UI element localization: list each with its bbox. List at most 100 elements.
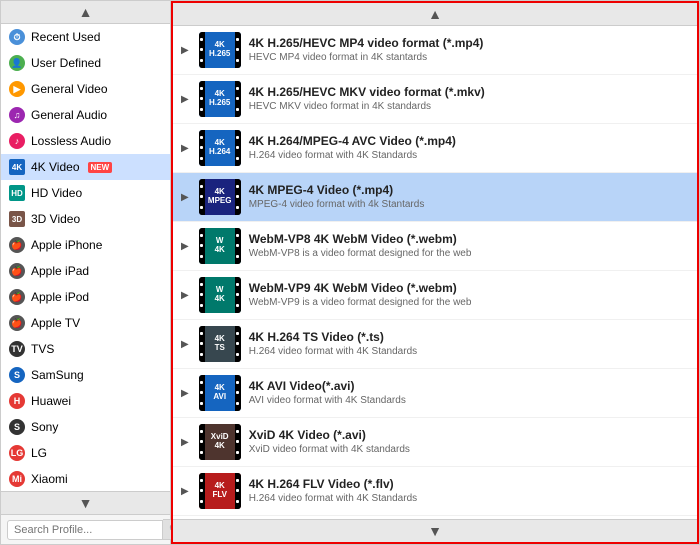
format-title-webm-vp8: WebM-VP8 4K WebM Video (*.webm) bbox=[249, 232, 472, 248]
format-item-4k-flv[interactable]: ▶4KFLV4K H.264 FLV Video (*.flv)H.264 vi… bbox=[173, 467, 697, 516]
format-title-4k-mpeg4: 4K MPEG-4 Video (*.mp4) bbox=[249, 183, 425, 199]
format-badge-4k-h265-mkv: 4KH.265 bbox=[199, 81, 241, 117]
format-title-4k-ts: 4K H.264 TS Video (*.ts) bbox=[249, 330, 417, 346]
sidebar-item-label-lg: LG bbox=[31, 446, 47, 460]
format-badge-webm-vp9: W4K bbox=[199, 277, 241, 313]
sidebar-item-label-4k-video: 4K Video bbox=[31, 160, 80, 174]
sidebar-item-general-audio[interactable]: ♫General Audio bbox=[1, 102, 170, 128]
format-title-4k-h265-mkv: 4K H.265/HEVC MKV video format (*.mkv) bbox=[249, 85, 485, 101]
right-scroll-down-button[interactable]: ▼ bbox=[428, 523, 442, 539]
sidebar-item-samsung[interactable]: SSamSung bbox=[1, 362, 170, 388]
sidebar-item-label-user-defined: User Defined bbox=[31, 56, 101, 70]
new-badge: NEW bbox=[88, 162, 113, 173]
sidebar-item-lg[interactable]: LGLG bbox=[1, 440, 170, 466]
sidebar-item-label-recent-used: Recent Used bbox=[31, 30, 100, 44]
sidebar-item-label-3d-video: 3D Video bbox=[31, 212, 80, 226]
format-badge-4k-h264-mp4: 4KH.264 bbox=[199, 130, 241, 166]
format-badge-4k-mpeg4: 4KMPEG bbox=[199, 179, 241, 215]
tvs-icon: TV bbox=[9, 341, 25, 357]
format-info-4k-ts: 4K H.264 TS Video (*.ts)H.264 video form… bbox=[249, 326, 417, 362]
format-info-4k-flv: 4K H.264 FLV Video (*.flv)H.264 video fo… bbox=[249, 473, 417, 509]
format-desc-4k-ts: H.264 video format with 4K Standards bbox=[249, 345, 417, 358]
format-desc-4k-h265-mkv: HEVC MKV video format in 4K standards bbox=[249, 100, 485, 113]
apple-ipod-icon: 🍎 bbox=[9, 289, 25, 305]
left-scroll-top[interactable]: ▲ bbox=[1, 1, 170, 24]
item-arrow-4k-ts: ▶ bbox=[181, 326, 189, 362]
sidebar-item-apple-tv[interactable]: 🍎Apple TV bbox=[1, 310, 170, 336]
item-arrow-xvid-4k: ▶ bbox=[181, 424, 189, 460]
sidebar-item-label-hd-video: HD Video bbox=[31, 186, 82, 200]
item-arrow-4k-mpeg4: ▶ bbox=[181, 179, 189, 215]
format-item-4k-h264-mp4[interactable]: ▶4KH.2644K H.264/MPEG-4 AVC Video (*.mp4… bbox=[173, 124, 697, 173]
sidebar-item-label-apple-ipod: Apple iPod bbox=[31, 290, 89, 304]
sidebar-item-lossless-audio[interactable]: ♪ Lossless Audio bbox=[1, 128, 170, 154]
4k-video-icon: 4K bbox=[9, 159, 25, 175]
format-desc-webm-vp9: WebM-VP9 is a video format designed for … bbox=[249, 296, 472, 309]
format-desc-4k-mpeg4: MPEG-4 video format with 4k Stantards bbox=[249, 198, 425, 211]
format-desc-4k-h264-mp4: H.264 video format with 4K Standards bbox=[249, 149, 456, 162]
lossless-audio-icon: ♪ bbox=[9, 133, 25, 149]
format-badge-webm-vp8: W4K bbox=[199, 228, 241, 264]
right-scroll-top[interactable]: ▲ bbox=[173, 3, 697, 26]
format-desc-xvid-4k: XviD video format with 4K standards bbox=[249, 443, 410, 456]
format-item-4k-mpeg4[interactable]: ▶ 4KMPEG 4K MPEG-4 Video (*.mp4)MPEG-4 vid… bbox=[173, 173, 697, 222]
format-item-webm-vp8[interactable]: ▶ W4K WebM-VP8 4K WebM Video (*.webm)WebM-… bbox=[173, 222, 697, 271]
sony-icon: S bbox=[9, 419, 25, 435]
left-items-list: ⏱ Recent Used 👤User Defined▶General Video♫… bbox=[1, 24, 170, 491]
right-items-list: ▶ 4KH.265 4K H.265/HEVC MP4 video format (… bbox=[173, 26, 697, 519]
sidebar-item-label-huawei: Huawei bbox=[31, 394, 71, 408]
format-badge-xvid-4k: XviD4K bbox=[199, 424, 241, 460]
format-info-4k-h264-mp4: 4K H.264/MPEG-4 AVC Video (*.mp4)H.264 v… bbox=[249, 130, 456, 166]
format-info-4k-avi: 4K AVI Video(*.avi)AVI video format with… bbox=[249, 375, 406, 411]
format-item-xvid-4k[interactable]: ▶XviD4KXviD 4K Video (*.avi)XviD video f… bbox=[173, 418, 697, 467]
search-input[interactable] bbox=[7, 520, 163, 540]
format-title-4k-h265-mp4: 4K H.265/HEVC MP4 video format (*.mp4) bbox=[249, 36, 484, 52]
main-container: ▲ ⏱ Recent Used 👤User Defined▶General Vide… bbox=[0, 0, 700, 545]
right-scroll-up-button[interactable]: ▲ bbox=[428, 6, 442, 22]
format-info-xvid-4k: XviD 4K Video (*.avi)XviD video format w… bbox=[249, 424, 410, 460]
item-arrow-webm-vp9: ▶ bbox=[181, 277, 189, 313]
sidebar-item-apple-ipod[interactable]: 🍎 Apple iPod bbox=[1, 284, 170, 310]
format-item-webm-vp9[interactable]: ▶W4KWebM-VP9 4K WebM Video (*.webm)WebM-… bbox=[173, 271, 697, 320]
general-video-icon: ▶ bbox=[9, 81, 25, 97]
sidebar-item-label-apple-tv: Apple TV bbox=[31, 316, 80, 330]
sidebar-item-apple-ipad[interactable]: 🍎Apple iPad bbox=[1, 258, 170, 284]
left-scroll-bottom[interactable]: ▼ bbox=[1, 491, 170, 514]
left-scroll-up-button[interactable]: ▲ bbox=[79, 4, 93, 20]
sidebar-item-4k-video[interactable]: 4K 4K Video NEW bbox=[1, 154, 170, 180]
sidebar-item-sony[interactable]: S Sony bbox=[1, 414, 170, 440]
sidebar-item-hd-video[interactable]: HD HD Video bbox=[1, 180, 170, 206]
format-desc-webm-vp8: WebM-VP8 is a video format designed for … bbox=[249, 247, 472, 260]
sidebar-item-label-lossless-audio: Lossless Audio bbox=[31, 134, 111, 148]
sidebar-item-general-video[interactable]: ▶General Video bbox=[1, 76, 170, 102]
format-item-4k-avi[interactable]: ▶4KAVI4K AVI Video(*.avi)AVI video forma… bbox=[173, 369, 697, 418]
sidebar-item-recent-used[interactable]: ⏱ Recent Used bbox=[1, 24, 170, 50]
sidebar-item-label-sony: Sony bbox=[31, 420, 58, 434]
item-arrow-4k-avi: ▶ bbox=[181, 375, 189, 411]
format-item-4k-h265-mkv[interactable]: ▶4KH.2654K H.265/HEVC MKV video format (… bbox=[173, 75, 697, 124]
format-info-4k-h265-mkv: 4K H.265/HEVC MKV video format (*.mkv)HE… bbox=[249, 81, 485, 117]
format-item-4k-h265-mp4[interactable]: ▶4KH.2654K H.265/HEVC MP4 video format (… bbox=[173, 26, 697, 75]
sidebar-item-huawei[interactable]: HHuawei bbox=[1, 388, 170, 414]
sidebar-item-label-samsung: SamSung bbox=[31, 368, 84, 382]
sidebar-item-label-apple-ipad: Apple iPad bbox=[31, 264, 89, 278]
sidebar-item-label-apple-iphone: Apple iPhone bbox=[31, 238, 102, 252]
sidebar-item-tvs[interactable]: TVTVS bbox=[1, 336, 170, 362]
sidebar-item-3d-video[interactable]: 3D3D Video bbox=[1, 206, 170, 232]
format-title-4k-h264-mp4: 4K H.264/MPEG-4 AVC Video (*.mp4) bbox=[249, 134, 456, 150]
format-badge-4k-ts: 4KTS bbox=[199, 326, 241, 362]
right-scroll-bottom[interactable]: ▼ bbox=[173, 519, 697, 542]
format-info-webm-vp9: WebM-VP9 4K WebM Video (*.webm)WebM-VP9 … bbox=[249, 277, 472, 313]
sidebar-item-xiaomi[interactable]: MiXiaomi bbox=[1, 466, 170, 491]
left-scroll-down-button[interactable]: ▼ bbox=[79, 495, 93, 511]
hd-video-icon: HD bbox=[9, 185, 25, 201]
format-title-webm-vp9: WebM-VP9 4K WebM Video (*.webm) bbox=[249, 281, 472, 297]
sidebar-item-apple-iphone[interactable]: 🍎Apple iPhone bbox=[1, 232, 170, 258]
recent-used-icon: ⏱ bbox=[9, 29, 25, 45]
sidebar-item-label-general-audio: General Audio bbox=[31, 108, 107, 122]
format-item-4k-ts[interactable]: ▶4KTS4K H.264 TS Video (*.ts)H.264 video… bbox=[173, 320, 697, 369]
item-arrow-webm-vp8: ▶ bbox=[181, 228, 189, 264]
format-title-xvid-4k: XviD 4K Video (*.avi) bbox=[249, 428, 410, 444]
format-badge-4k-flv: 4KFLV bbox=[199, 473, 241, 509]
sidebar-item-user-defined[interactable]: 👤User Defined bbox=[1, 50, 170, 76]
